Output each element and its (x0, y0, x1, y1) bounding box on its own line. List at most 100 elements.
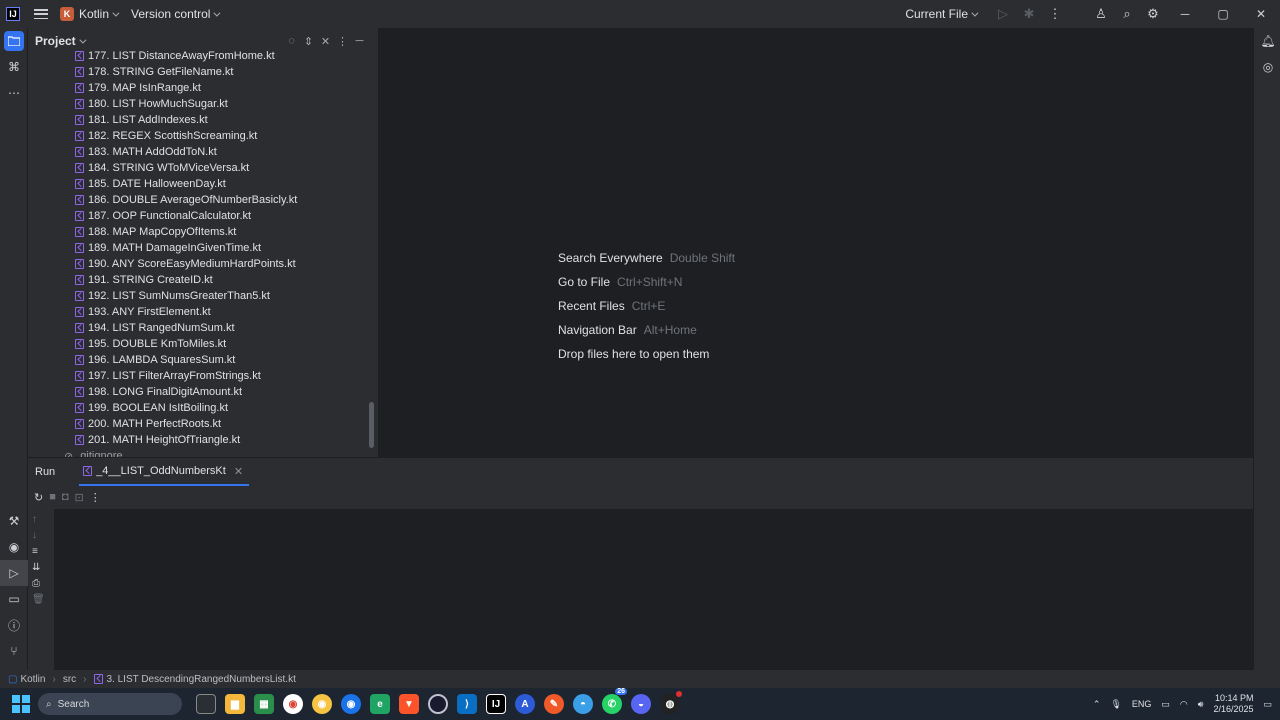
arrow-up-icon[interactable]: ↑ (32, 514, 45, 525)
brave-icon[interactable]: ▼ (399, 694, 419, 714)
project-badge[interactable]: K (60, 7, 74, 21)
file-tree-item[interactable]: 195. DOUBLE KmToMiles.kt (28, 336, 368, 352)
file-tree-item[interactable]: 196. LAMBDA SquaresSum.kt (28, 352, 368, 368)
run-tool-button[interactable]: ▷ (0, 560, 28, 586)
breadcrumb-file[interactable]: 3. LIST DescendingRangedNumbersList.kt (107, 674, 296, 685)
main-menu-icon[interactable] (34, 7, 48, 21)
chevron-up-icon[interactable]: ⌃ (1093, 699, 1101, 710)
maximize-button[interactable]: ▢ (1204, 0, 1242, 28)
whatsapp-icon[interactable]: ✆ 26 (602, 688, 627, 714)
run-icon[interactable]: ▷ (990, 0, 1016, 28)
restore-layout-icon[interactable]: ⊡ (75, 491, 84, 504)
structure-tool-button[interactable]: ⌘ (0, 54, 28, 80)
notifications-button[interactable]: 🔔︎ (1254, 28, 1280, 54)
close-button[interactable]: ✕ (1242, 0, 1280, 28)
file-tree-item[interactable]: 192. LIST SumNumsGreaterThan5.kt (28, 288, 368, 304)
chrome-canary-icon[interactable]: ◉ (312, 694, 332, 714)
console-output[interactable] (54, 509, 1253, 671)
more-options-icon[interactable]: ⋮ (90, 491, 101, 504)
file-explorer-icon[interactable]: ▆ (225, 694, 245, 714)
project-panel-title[interactable]: Project (35, 34, 76, 48)
chrome-beta-icon[interactable]: ◉ (341, 694, 361, 714)
notification-center-icon[interactable]: ▭ (1263, 699, 1272, 710)
run-tab[interactable]: _4__LIST_OddNumbersKt ✕ (79, 458, 250, 486)
file-tree-item[interactable]: 198. LONG FinalDigitAmount.kt (28, 384, 368, 400)
gear-icon[interactable]: ⚙ (1140, 0, 1166, 28)
minimize-button[interactable]: ─ (1166, 0, 1204, 28)
file-tree-item[interactable]: 183. MATH AddOddToN.kt (28, 144, 368, 160)
file-tree-item[interactable]: 184. STRING WToMViceVersa.kt (28, 160, 368, 176)
collapse-all-icon[interactable]: ✕ (319, 35, 332, 48)
intellij-logo-icon[interactable]: IJ (6, 7, 20, 21)
add-user-icon[interactable]: ♙ (1088, 0, 1114, 28)
discord-icon[interactable]: ◒ (631, 694, 651, 714)
arrow-down-icon[interactable]: ↓ (32, 530, 45, 541)
obs-icon[interactable]: ◍ (660, 691, 682, 714)
file-tree-item[interactable]: 201. MATH HeightOfTriangle.kt (28, 432, 368, 448)
services-tool-button[interactable]: ◉ (0, 534, 28, 560)
project-tool-button[interactable] (0, 28, 28, 54)
file-tree-item[interactable]: 190. ANY ScoreEasyMediumHardPoints.kt (28, 256, 368, 272)
opera-gx-icon[interactable] (428, 694, 448, 714)
ai-assistant-button[interactable]: ◎ (1254, 54, 1280, 80)
stop-icon[interactable]: ■ (49, 491, 56, 503)
microphone-icon[interactable]: 🎙︎ (1110, 699, 1121, 710)
scroll-to-end-icon[interactable]: ⇊ (32, 562, 45, 573)
more-actions-icon[interactable]: ⋮ (1042, 0, 1068, 28)
edge-icon[interactable]: e (370, 694, 390, 714)
print-icon[interactable]: ⎙ (32, 578, 45, 589)
editor-area[interactable]: Search Everywhere Double Shift Go to File C… (378, 28, 1253, 457)
close-icon[interactable]: ✕ (234, 465, 243, 478)
task-view-icon[interactable] (196, 694, 216, 714)
options-icon[interactable]: ⋮ (336, 35, 349, 48)
intellij-icon[interactable]: IJ (486, 694, 506, 714)
run-configuration-selector[interactable]: Current File (905, 7, 979, 21)
build-tool-button[interactable]: ⚒ (0, 508, 28, 534)
more-tools-button[interactable]: ⋯ (0, 80, 28, 106)
vscode-icon[interactable]: ⟩ (457, 694, 477, 714)
version-control-menu[interactable]: Version control (131, 7, 210, 21)
taskbar-search[interactable]: ⌕ Search (38, 693, 182, 715)
language-indicator[interactable]: ENG (1132, 699, 1152, 709)
debug-icon[interactable]: ✱ (1016, 0, 1042, 28)
file-tree-item[interactable]: 200. MATH PerfectRoots.kt (28, 416, 368, 432)
rerun-icon[interactable]: ↻ (34, 491, 43, 504)
file-tree-item[interactable]: 189. MATH DamageInGivenTime.kt (28, 240, 368, 256)
git-tool-button[interactable]: ⑂ (0, 638, 28, 664)
android-studio-icon[interactable]: A (515, 694, 535, 714)
soft-wrap-icon[interactable]: ≡ (32, 546, 45, 557)
search-icon[interactable]: ⌕ (1114, 0, 1140, 28)
clock[interactable]: 10:14 PM 2/16/2025 (1213, 693, 1253, 715)
camera-icon[interactable]: ◘ (62, 491, 69, 503)
locate-icon[interactable]: ◌ (285, 35, 298, 48)
file-tree-item[interactable]: 182. REGEX ScottishScreaming.kt (28, 128, 368, 144)
file-tree-item[interactable]: 180. LIST HowMuchSugar.kt (28, 96, 368, 112)
chrome-icon[interactable]: ◉ (283, 694, 303, 714)
file-tree-item[interactable]: 181. LIST AddIndexes.kt (28, 112, 368, 128)
file-tree-item[interactable]: 187. OOP FunctionalCalculator.kt (28, 208, 368, 224)
postman-icon[interactable]: ✎ (544, 694, 564, 714)
vpn-icon[interactable]: ◓ (573, 694, 593, 714)
windows-start-icon[interactable] (12, 695, 30, 713)
breadcrumb-project[interactable]: Kotlin (20, 674, 45, 685)
file-tree-item[interactable]: 193. ANY FirstElement.kt (28, 304, 368, 320)
sheets-icon[interactable]: ▦ (254, 694, 274, 714)
project-name[interactable]: Kotlin (79, 7, 109, 21)
wifi-icon[interactable]: ◠ (1180, 699, 1188, 710)
file-tree-item[interactable]: 191. STRING CreateID.kt (28, 272, 368, 288)
scrollbar[interactable] (369, 402, 374, 448)
file-tree-item[interactable]: 199. BOOLEAN IsItBoiling.kt (28, 400, 368, 416)
problems-tool-button[interactable]: ⓘ (0, 612, 28, 638)
file-tree-item[interactable]: 178. STRING GetFileName.kt (28, 64, 368, 80)
speaker-icon[interactable]: 🔊︎ (1198, 699, 1204, 710)
expand-all-icon[interactable]: ⇕ (302, 35, 315, 48)
trash-icon[interactable]: 🗑︎ (32, 594, 45, 605)
file-tree-item[interactable]: 177. LIST DistanceAwayFromHome.kt (28, 48, 368, 64)
file-tree-item[interactable]: 185. DATE HalloweenDay.kt (28, 176, 368, 192)
file-tree-item[interactable]: 197. LIST FilterArrayFromStrings.kt (28, 368, 368, 384)
file-tree-item[interactable]: 188. MAP MapCopyOfItems.kt (28, 224, 368, 240)
file-tree-item[interactable]: 186. DOUBLE AverageOfNumberBasicly.kt (28, 192, 368, 208)
file-tree-item[interactable]: 194. LIST RangedNumSum.kt (28, 320, 368, 336)
breadcrumb-folder[interactable]: src (63, 674, 76, 685)
file-tree-item-gitignore[interactable]: ⊘ .gitignore (28, 448, 368, 457)
